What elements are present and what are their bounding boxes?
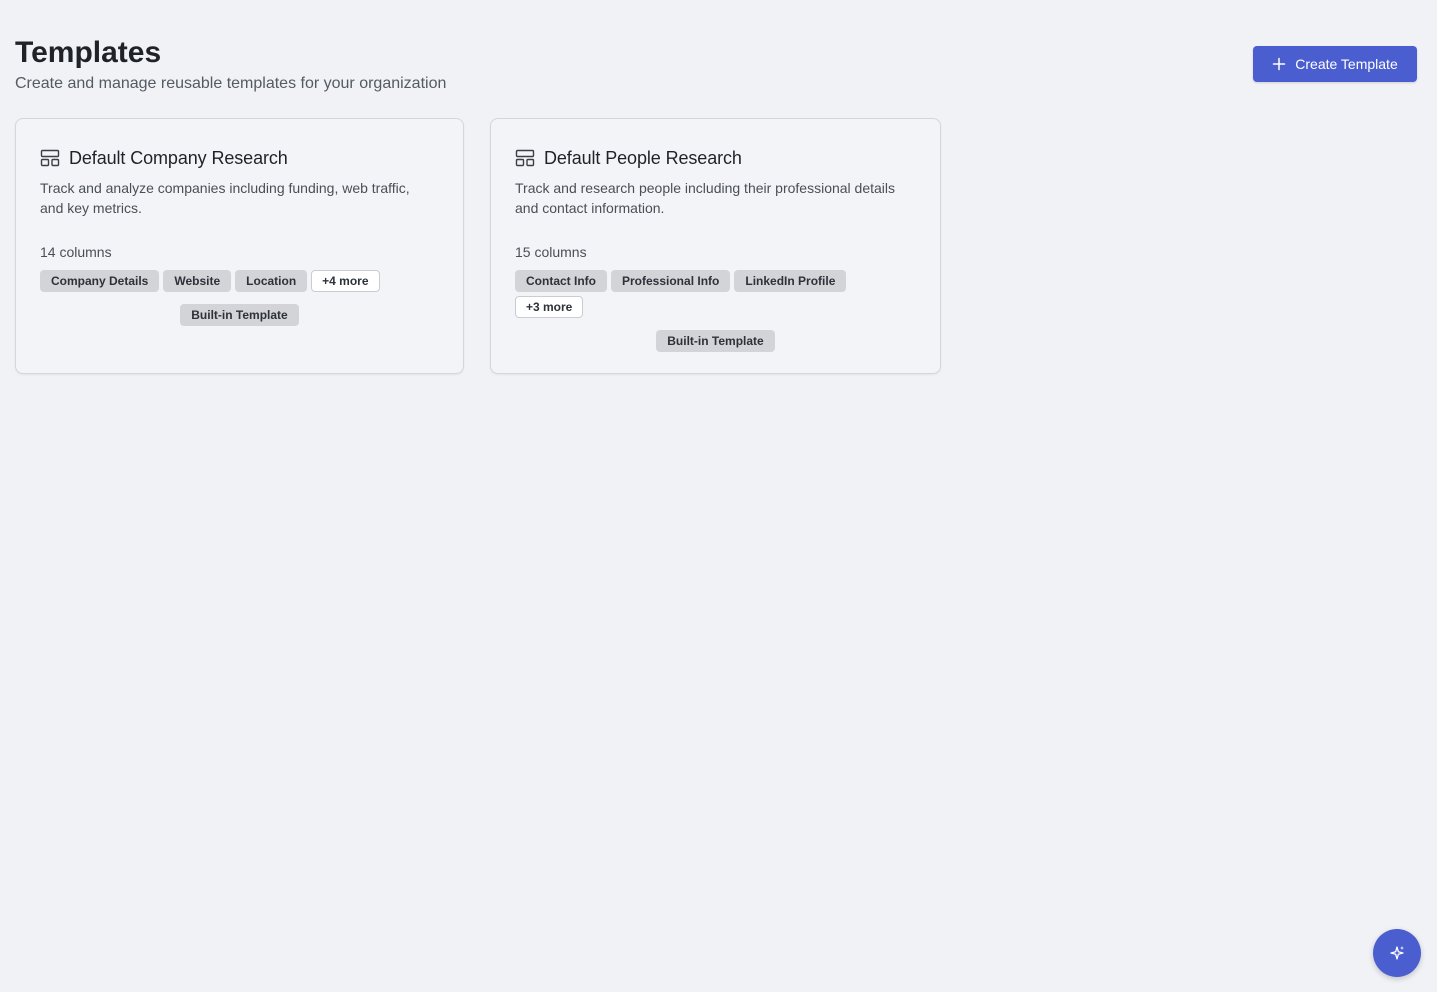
built-in-template-badge: Built-in Template — [180, 304, 299, 326]
tag-location: Location — [235, 270, 308, 292]
template-card-people-research[interactable]: Default People Research Track and resear… — [490, 118, 941, 374]
sparkles-icon — [1390, 946, 1404, 960]
create-template-label: Create Template — [1295, 56, 1398, 72]
template-title: Default People Research — [544, 148, 742, 168]
built-in-template-badge: Built-in Template — [656, 330, 775, 352]
template-tags: Contact Info Professional Info LinkedIn … — [515, 270, 860, 318]
tag-professional-info: Professional Info — [611, 270, 731, 292]
page-title: Templates — [15, 36, 162, 69]
template-column-count: 14 columns — [40, 244, 112, 260]
plus-icon — [1273, 57, 1286, 71]
tag-more: +3 more — [515, 296, 584, 318]
layout-template-icon — [40, 149, 60, 167]
tag-more: +4 more — [311, 270, 380, 292]
template-description: Track and research people including thei… — [515, 180, 896, 216]
template-title: Default Company Research — [69, 148, 288, 168]
tag-company-details: Company Details — [40, 270, 160, 292]
template-card-company-research[interactable]: Default Company Research Track and analy… — [15, 118, 464, 374]
ai-assistant-button[interactable] — [1373, 929, 1421, 977]
template-column-count: 15 columns — [515, 244, 587, 260]
tag-website: Website — [163, 270, 232, 292]
template-description: Track and analyze companies including fu… — [40, 180, 410, 216]
page-subtitle: Create and manage reusable templates for… — [15, 75, 447, 92]
tag-linkedin-profile: LinkedIn Profile — [734, 270, 847, 292]
page-header: Templates Create and manage reusable tem… — [15, 34, 446, 94]
create-template-button[interactable]: Create Template — [1253, 46, 1417, 82]
tag-contact-info: Contact Info — [515, 270, 607, 292]
template-tags: Company Details Website Location +4 more — [40, 270, 440, 292]
layout-template-icon — [515, 149, 535, 167]
